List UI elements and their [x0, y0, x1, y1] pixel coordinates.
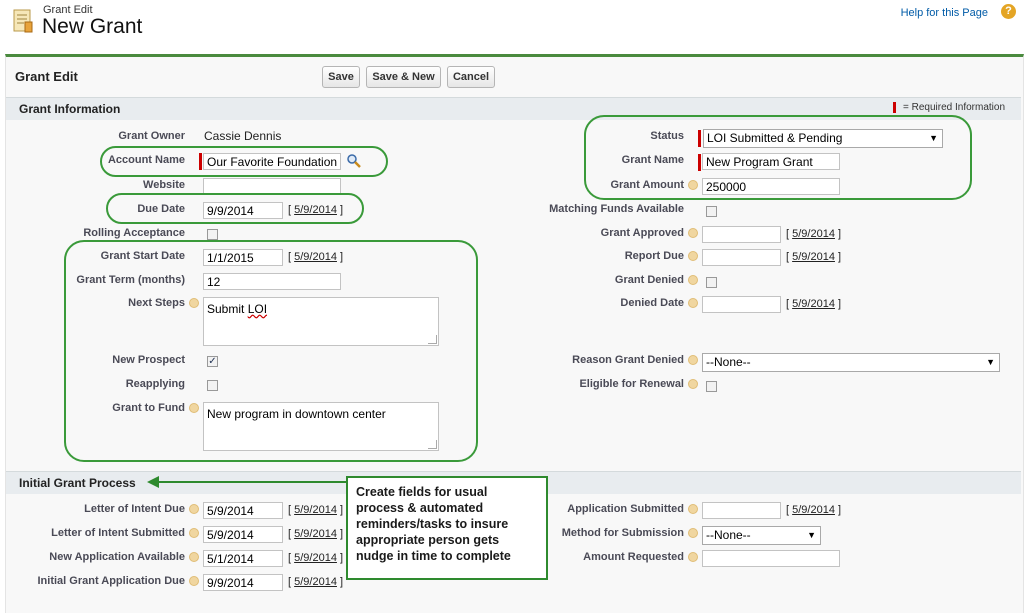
info-icon [688, 528, 698, 538]
loi-submitted-input[interactable]: 5/9/2014 [203, 526, 283, 543]
info-icon [688, 355, 698, 365]
grant-approved-input[interactable] [702, 226, 781, 243]
loi-submitted-today-link[interactable]: [ 5/9/2014 ] [288, 528, 343, 540]
grant-denied-checkbox[interactable] [706, 277, 717, 288]
section-title-initial-grant-process: Initial Grant Process [19, 476, 136, 490]
help-icon[interactable]: ? [1001, 4, 1016, 19]
report-due-input[interactable] [702, 249, 781, 266]
eligible-renewal-label: Eligible for Renewal [579, 378, 684, 390]
report-today-link[interactable]: [ 5/9/2014 ] [786, 251, 841, 263]
annotation-oval-status [584, 115, 972, 200]
matching-funds-label: Matching Funds Available [549, 203, 684, 215]
rolling-acceptance-checkbox[interactable] [207, 229, 218, 240]
matching-funds-checkbox[interactable] [706, 206, 717, 217]
annotation-arrow [158, 481, 346, 483]
dropdown-arrow-icon: ▼ [807, 530, 816, 540]
annotation-oval-planning [64, 240, 478, 462]
initial-application-due-input[interactable]: 9/9/2014 [203, 574, 283, 591]
initial-application-due-label: Initial Grant Application Due [37, 575, 186, 587]
info-icon [688, 298, 698, 308]
report-due-label: Report Due [624, 250, 684, 262]
info-icon [688, 504, 698, 514]
info-icon [688, 275, 698, 285]
denied-date-input[interactable] [702, 296, 781, 313]
info-icon [688, 251, 698, 261]
annotation-callout: Create fields for usual process & automa… [346, 476, 548, 580]
info-icon [688, 228, 698, 238]
grant-record-icon [12, 8, 34, 34]
application-submitted-today-link[interactable]: [ 5/9/2014 ] [786, 504, 841, 516]
required-legend: = Required Information [903, 102, 1006, 113]
approved-today-link[interactable]: [ 5/9/2014 ] [786, 228, 841, 240]
application-submitted-input[interactable] [702, 502, 781, 519]
loi-due-label: Letter of Intent Due [84, 503, 185, 515]
grant-owner-label: Grant Owner [118, 130, 185, 142]
grant-approved-label: Grant Approved [600, 227, 684, 239]
info-icon [189, 504, 199, 514]
annotation-oval-due-date [106, 193, 364, 224]
save-button[interactable]: Save [322, 66, 360, 88]
info-icon [189, 576, 199, 586]
new-application-today-link[interactable]: [ 5/9/2014 ] [288, 552, 343, 564]
info-icon [688, 552, 698, 562]
annotation-arrow-head-icon [147, 476, 159, 488]
loi-submitted-label: Letter of Intent Submitted [51, 527, 185, 539]
info-icon [688, 379, 698, 389]
info-icon [189, 528, 199, 538]
new-application-label: New Application Available [49, 551, 185, 563]
help-link[interactable]: Help for this Page [901, 7, 988, 19]
loi-due-input[interactable]: 5/9/2014 [203, 502, 283, 519]
section-title-grant-information: Grant Information [19, 102, 121, 116]
initial-application-today-link[interactable]: [ 5/9/2014 ] [288, 576, 343, 588]
form-title: Grant Edit [15, 69, 78, 84]
save-and-new-button[interactable]: Save & New [366, 66, 441, 88]
reason-denied-select[interactable]: --None-- ▼ [702, 353, 1000, 372]
rolling-acceptance-label: Rolling Acceptance [83, 227, 185, 239]
dropdown-arrow-icon: ▼ [986, 357, 995, 367]
denied-today-link[interactable]: [ 5/9/2014 ] [786, 298, 841, 310]
required-marker [893, 102, 896, 113]
reason-denied-label: Reason Grant Denied [572, 354, 684, 366]
annotation-oval-account [100, 146, 388, 177]
denied-date-label: Denied Date [620, 297, 684, 309]
info-icon [189, 552, 199, 562]
amount-requested-input[interactable] [702, 550, 840, 567]
loi-due-today-link[interactable]: [ 5/9/2014 ] [288, 504, 343, 516]
grant-owner-value: Cassie Dennis [204, 129, 282, 143]
new-application-input[interactable]: 5/1/2014 [203, 550, 283, 567]
website-label: Website [143, 179, 185, 191]
cancel-button[interactable]: Cancel [447, 66, 495, 88]
page-title: New Grant [42, 15, 143, 38]
eligible-renewal-checkbox[interactable] [706, 381, 717, 392]
method-submission-select[interactable]: --None-- ▼ [702, 526, 821, 545]
grant-denied-label: Grant Denied [614, 274, 684, 286]
